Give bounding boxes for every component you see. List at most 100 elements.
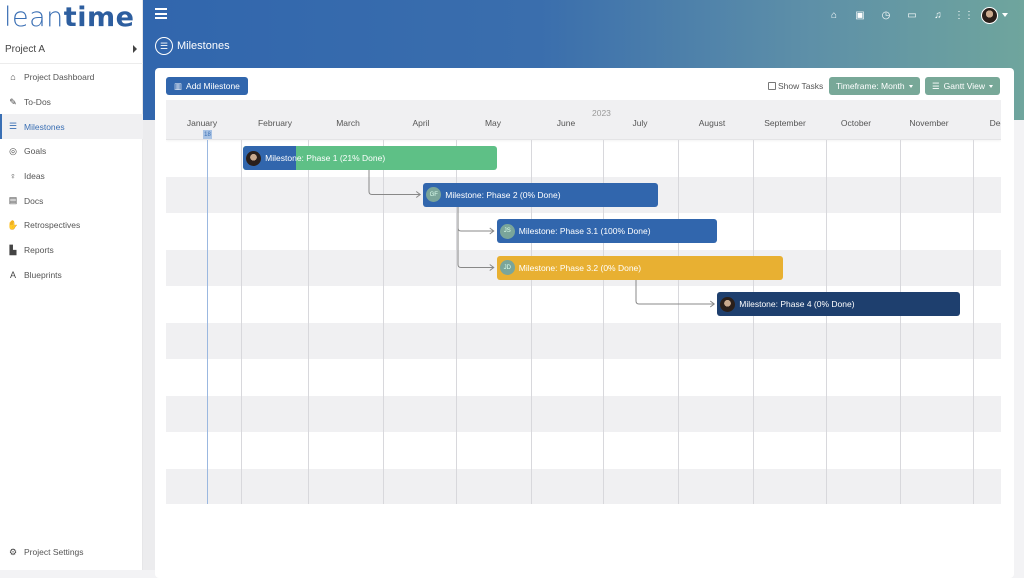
hand-icon: ✋ — [7, 219, 19, 230]
sidebar-item-label: Reports — [24, 245, 54, 256]
hamburger-menu-icon[interactable] — [155, 8, 167, 19]
timeframe-label: Timeframe: Month — [836, 81, 905, 91]
month-label: February — [257, 118, 293, 128]
calendar-icon[interactable]: ▭ — [899, 4, 925, 26]
sidebar-item-goals[interactable]: ◎ Goals — [0, 139, 143, 164]
sidebar-item-label: To-Dos — [24, 97, 51, 108]
sidebar: leantime Project A ⌂ Project Dashboard ✎ To… — [0, 0, 143, 570]
sidebar-item-docs[interactable]: ▤ Docs — [0, 188, 143, 213]
sidebar-item-label: Project Dashboard — [24, 72, 95, 83]
milestone-label: Milestone: Phase 4 (0% Done) — [739, 299, 855, 309]
assignee-avatar: GF — [426, 187, 442, 202]
month-label: November — [909, 118, 949, 128]
month-gridline — [678, 140, 679, 504]
sidebar-item-retrospectives[interactable]: ✋ Retrospectives — [0, 213, 143, 238]
gantt-row — [166, 359, 1001, 396]
milestone-bar[interactable]: Milestone: Phase 1 (21% Done) — [243, 146, 497, 170]
sidebar-item-label: Project Settings — [24, 547, 84, 558]
year-label: 2023 — [592, 108, 611, 118]
sidebar-item-label: Milestones — [24, 121, 65, 132]
sidebar-item-reports[interactable]: ▙ Reports — [0, 238, 143, 263]
top-navbar: ⌂ ▣ ◷ ▭ ♫ ⋮⋮ — [143, 0, 1024, 30]
sidebar-item-to-dos[interactable]: ✎ To-Dos — [0, 90, 143, 115]
sidebar-menu: ⌂ Project Dashboard ✎ To-Dos ☰ Milestones ◎ Goa… — [0, 65, 143, 287]
month-label: September — [764, 118, 806, 128]
sidebar-item-project-dashboard[interactable]: ⌂ Project Dashboard — [0, 65, 143, 90]
milestone-bar[interactable]: JD Milestone: Phase 3.2 (0% Done) — [496, 255, 784, 280]
gantt-chart: 2023 January February March April May June Jul… — [166, 100, 1001, 504]
sidebar-item-milestones[interactable]: ☰ Milestones — [0, 114, 143, 140]
add-milestone-label: Add Milestone — [186, 81, 240, 91]
gear-icon: ⚙ — [8, 546, 18, 557]
milestone-label: Milestone: Phase 2 (0% Done) — [445, 189, 561, 200]
month-label: April — [412, 118, 430, 128]
month-label: January — [186, 118, 218, 128]
leantime-logo[interactable]: leantime — [4, 2, 134, 33]
add-milestone-button[interactable]: ▥ Add Milestone — [166, 77, 248, 95]
month-gridline — [973, 140, 974, 504]
milestone-bar[interactable]: Milestone: Phase 4 (0% Done) — [717, 292, 960, 316]
home-icon[interactable]: ⌂ — [821, 4, 847, 26]
month-label: March — [336, 118, 360, 128]
clock-icon[interactable]: ◷ — [873, 4, 899, 26]
checkbox-box[interactable] — [768, 82, 776, 90]
pin-icon: ✎ — [9, 96, 17, 107]
month-gridline — [308, 140, 309, 504]
sidebar-item-project-settings[interactable]: ⚙ Project Settings — [0, 540, 143, 565]
sidebar-item-label: Goals — [24, 146, 47, 157]
project-selector[interactable]: Project A — [0, 36, 143, 64]
milestone-label: Milestone: Phase 3.1 (100% Done) — [518, 226, 651, 236]
bell-icon[interactable]: ♫ — [925, 4, 951, 26]
view-label: Gantt View — [943, 81, 986, 91]
month-gridline — [826, 140, 827, 504]
milestone-label: Milestone: Phase 3.2 (0% Done) — [518, 262, 642, 273]
user-menu-caret-icon[interactable] — [1002, 13, 1008, 17]
assignee-avatar — [246, 150, 262, 166]
sidebar-item-blueprints[interactable]: A Blueprints — [0, 263, 143, 288]
today-line — [207, 140, 208, 504]
sidebar-item-ideas[interactable]: ♀ Ideas — [0, 164, 143, 189]
month-label: October — [840, 118, 872, 128]
month-gridline — [753, 140, 754, 504]
page-title-text: Milestones — [177, 40, 230, 52]
target-icon: ◎ — [9, 145, 17, 156]
assignee-avatar: JD — [499, 260, 515, 275]
month-gridline — [383, 140, 384, 504]
user-avatar[interactable] — [981, 6, 998, 24]
gantt-row — [166, 395, 1001, 432]
page-title: ☰ Milestones — [155, 37, 230, 55]
gantt-row — [166, 468, 1001, 504]
assignee-avatar — [720, 296, 736, 312]
sidebar-item-label: Retrospectives — [24, 220, 81, 231]
milestone-label: Milestone: Phase 1 (21% Done) — [265, 153, 386, 163]
map-icon: ▥ — [174, 80, 183, 91]
milestone-bar[interactable]: GF Milestone: Phase 2 (0% Done) — [423, 182, 659, 207]
sidebar-item-label: Blueprints — [24, 269, 62, 280]
month-label: June — [556, 118, 576, 128]
sidebar-item-label: Docs — [24, 195, 44, 206]
project-name: Project A — [5, 44, 46, 55]
timeframe-dropdown[interactable]: Timeframe: Month — [829, 77, 920, 95]
top-icons: ⌂ ▣ ◷ ▭ ♫ ⋮⋮ — [821, 4, 1008, 26]
milestone-bar[interactable]: JS Milestone: Phase 3.1 (100% Done) — [496, 219, 718, 243]
month-gridline — [900, 140, 901, 504]
content-gutter — [143, 120, 155, 570]
sliders-icon: ☰ — [932, 80, 940, 91]
gantt-timeline-header: 2023 January February March April May June Jul… — [166, 100, 1001, 140]
book-icon: ▤ — [8, 195, 18, 206]
month-gridline — [241, 140, 242, 504]
home-icon: ⌂ — [10, 72, 16, 83]
show-tasks-checkbox[interactable]: Show Tasks — [768, 81, 823, 91]
gantt-row — [166, 432, 1001, 469]
month-label: Decer — [989, 118, 1001, 128]
assignee-avatar: JS — [499, 223, 515, 239]
view-dropdown[interactable]: ☰ Gantt View — [925, 77, 1001, 95]
milestones-sliders-icon: ☰ — [155, 37, 173, 55]
caret-right-icon — [133, 45, 137, 53]
month-label: May — [484, 118, 502, 128]
briefcase-icon[interactable]: ▣ — [847, 4, 873, 26]
apps-grid-icon[interactable]: ⋮⋮ — [951, 4, 977, 26]
logo-text-bold: tim — [63, 2, 116, 33]
sidebar-item-label: Ideas — [24, 171, 45, 182]
logo-text-tail: e — [115, 2, 135, 33]
